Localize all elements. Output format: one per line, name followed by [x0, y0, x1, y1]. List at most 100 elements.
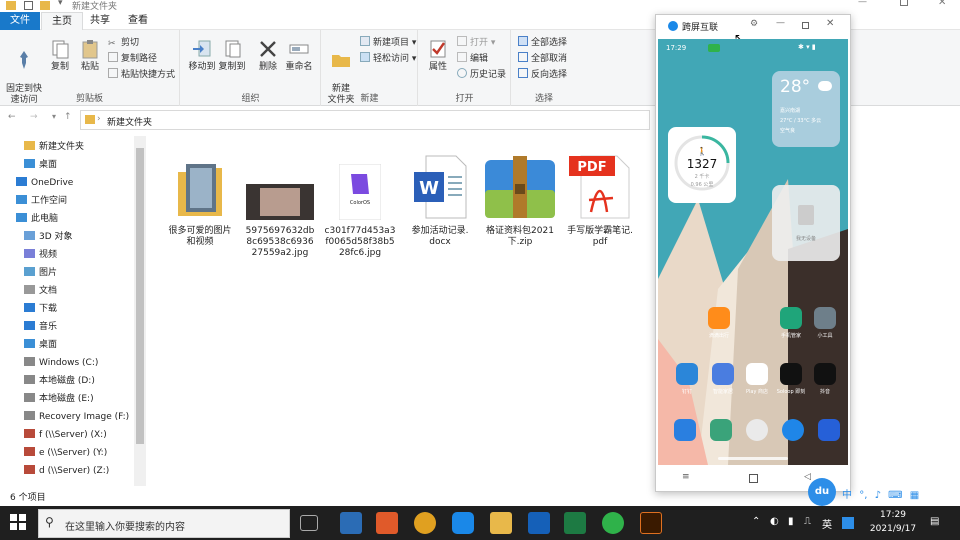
app-icon[interactable]: 小工具 [810, 307, 840, 339]
file-item[interactable]: 很多可爱的图片 和视频 [162, 144, 238, 248]
open-button[interactable]: 打开 ▾ [457, 36, 495, 50]
tray-icon-1[interactable]: ◐ [770, 516, 779, 527]
nav-item[interactable]: 桌面 [24, 156, 57, 174]
invert-selection-button[interactable]: 反向选择 [518, 68, 567, 82]
app-icon[interactable]: Play 商店 [742, 363, 772, 395]
file-item[interactable]: 格证资料包2021 下.zip [482, 144, 558, 248]
ime-mode[interactable]: 中 [842, 490, 852, 501]
app-icon[interactable]: 智能家居 [708, 363, 738, 395]
delete-button[interactable]: 删除 [255, 38, 281, 73]
breadcrumb-chevron-icon[interactable]: › [97, 114, 101, 124]
mic-icon[interactable]: ♪ [875, 490, 881, 501]
messages-app-icon[interactable] [710, 419, 732, 441]
tray-icon-2[interactable]: ▮ [788, 516, 794, 527]
toolbox-icon[interactable]: ▦ [910, 490, 919, 501]
maximize-icon[interactable] [900, 0, 908, 6]
nav-item[interactable]: Windows (C:) [24, 354, 98, 372]
select-all-button[interactable]: 全部选择 [518, 36, 567, 50]
forward-icon[interactable]: → [30, 112, 38, 122]
settings-icon[interactable]: ⚙ [750, 19, 758, 29]
taskbar-search[interactable]: ⚲ 在这里输入你要搜索的内容 [38, 509, 290, 538]
steps-widget[interactable]: 🚶 1327 2 千卡 0.96 公里 [668, 127, 736, 203]
select-none-button[interactable]: 全部取消 [518, 52, 567, 66]
nav-item[interactable]: 本地磁盘 (D:) [24, 372, 95, 390]
back-icon[interactable]: ◁ [804, 472, 811, 482]
close-icon[interactable]: ✕ [938, 0, 946, 8]
weather-widget[interactable]: 28° 嘉兴南湖 27°C / 33°C 多云 空气良 [772, 71, 840, 147]
camera-app-icon[interactable] [746, 419, 768, 441]
ime-indicator[interactable]: 英 [822, 516, 832, 531]
new-item-button[interactable]: 新建项目 ▾ [360, 36, 416, 50]
history-button[interactable]: 历史记录 [457, 68, 506, 82]
network-icon[interactable]: ⎍ [804, 516, 811, 527]
chrome-icon[interactable] [414, 512, 436, 534]
properties-quick-icon[interactable] [24, 1, 33, 10]
app-icon[interactable]: Soloop 即刻 [776, 363, 806, 395]
new-folder-quick-icon[interactable] [40, 1, 50, 10]
file-explorer-icon[interactable] [490, 512, 512, 534]
properties-button[interactable]: 属性 [423, 38, 453, 73]
breadcrumb[interactable]: 新建文件夹 [107, 115, 152, 128]
minimize-icon[interactable]: — [776, 18, 785, 28]
tab-view[interactable]: 查看 [122, 12, 154, 30]
copy-button[interactable]: 复制 [46, 38, 74, 73]
file-item[interactable]: ColorOS c301f77d453a3 f0065d58f38b5 28fc6… [322, 144, 398, 259]
app-icon[interactable]: 滴滴出行 [704, 307, 734, 339]
clock-date[interactable]: 2021/9/17 [864, 524, 922, 534]
windows-start-icon[interactable] [10, 514, 26, 530]
rename-button[interactable]: 重命名 [283, 38, 315, 73]
maximize-icon[interactable] [802, 22, 809, 29]
cut-button[interactable]: ✂ 剪切 [108, 36, 139, 50]
nav-scrollbar-thumb[interactable] [136, 148, 144, 444]
app-icon[interactable]: 钉钉 [672, 363, 702, 395]
baidu-ime-icon[interactable]: du [808, 478, 836, 506]
nav-item[interactable]: OneDrive [16, 174, 73, 192]
device-widget[interactable]: 我无设备 [772, 185, 840, 261]
nav-item[interactable]: 新建文件夹 [24, 138, 84, 156]
nav-item[interactable]: 桌面 [24, 336, 57, 354]
recent-locations-icon[interactable]: ▾ [52, 112, 56, 121]
nav-item[interactable]: 下载 [24, 300, 57, 318]
tab-file[interactable]: 文件 [0, 12, 40, 30]
illustrator-icon[interactable] [640, 512, 662, 534]
paste-button[interactable]: 粘贴 [76, 38, 104, 73]
nav-item[interactable]: 此电脑 [16, 210, 58, 228]
edit-button[interactable]: 编辑 [457, 52, 488, 66]
nav-item[interactable]: f (\\Server) (X:) [24, 426, 107, 444]
nav-item[interactable]: Recovery Image (F:) [24, 408, 129, 426]
baidu-tray-icon[interactable] [842, 517, 854, 529]
nav-item[interactable]: 本地磁盘 (E:) [24, 390, 94, 408]
keyboard-icon[interactable]: ⌨ [888, 490, 902, 501]
excel-icon[interactable] [564, 512, 586, 534]
move-to-button[interactable]: 移动到 [187, 38, 217, 73]
app-icon[interactable]: 手机管家 [776, 307, 806, 339]
clock-time[interactable]: 17:29 [868, 510, 918, 520]
task-view-icon[interactable] [300, 515, 318, 531]
file-item[interactable]: PDF 手写版学霸笔记. pdf [562, 144, 638, 248]
paste-shortcut-button[interactable]: 粘贴快捷方式 [108, 68, 175, 82]
nav-item[interactable]: e (\\Server) (Y:) [24, 444, 107, 462]
up-icon[interactable]: ↑ [64, 112, 72, 122]
wechat-icon[interactable] [602, 512, 624, 534]
file-item[interactable]: 5975697632db 8c69538c6936 27559a2.jpg [242, 144, 318, 259]
tab-share[interactable]: 共享 [84, 12, 116, 30]
nav-item[interactable]: 3D 对象 [24, 228, 73, 246]
nav-item[interactable]: 视频 [24, 246, 57, 264]
store-icon[interactable] [376, 512, 398, 534]
menu-icon[interactable]: ≡ [682, 472, 690, 482]
notification-icon[interactable]: ▤ [930, 516, 939, 527]
home-icon[interactable] [749, 474, 758, 483]
tray-expand-icon[interactable]: ⌃ [752, 516, 760, 527]
outlook-icon[interactable] [528, 512, 550, 534]
cross-screen-taskbar-icon[interactable] [452, 512, 474, 534]
close-icon[interactable]: ✕ [826, 18, 834, 29]
browser-app-icon[interactable] [782, 419, 804, 441]
nav-item[interactable]: 工作空间 [16, 192, 67, 210]
file-item[interactable]: W 参加活动记录. docx [402, 144, 478, 248]
phone-app-icon[interactable] [674, 419, 696, 441]
app1-icon[interactable] [340, 512, 362, 534]
copy-path-button[interactable]: 复制路径 [108, 52, 157, 66]
gallery-app-icon[interactable] [818, 419, 840, 441]
minimize-icon[interactable]: — [858, 0, 867, 7]
address-bar[interactable]: › 新建文件夹 [80, 110, 650, 130]
